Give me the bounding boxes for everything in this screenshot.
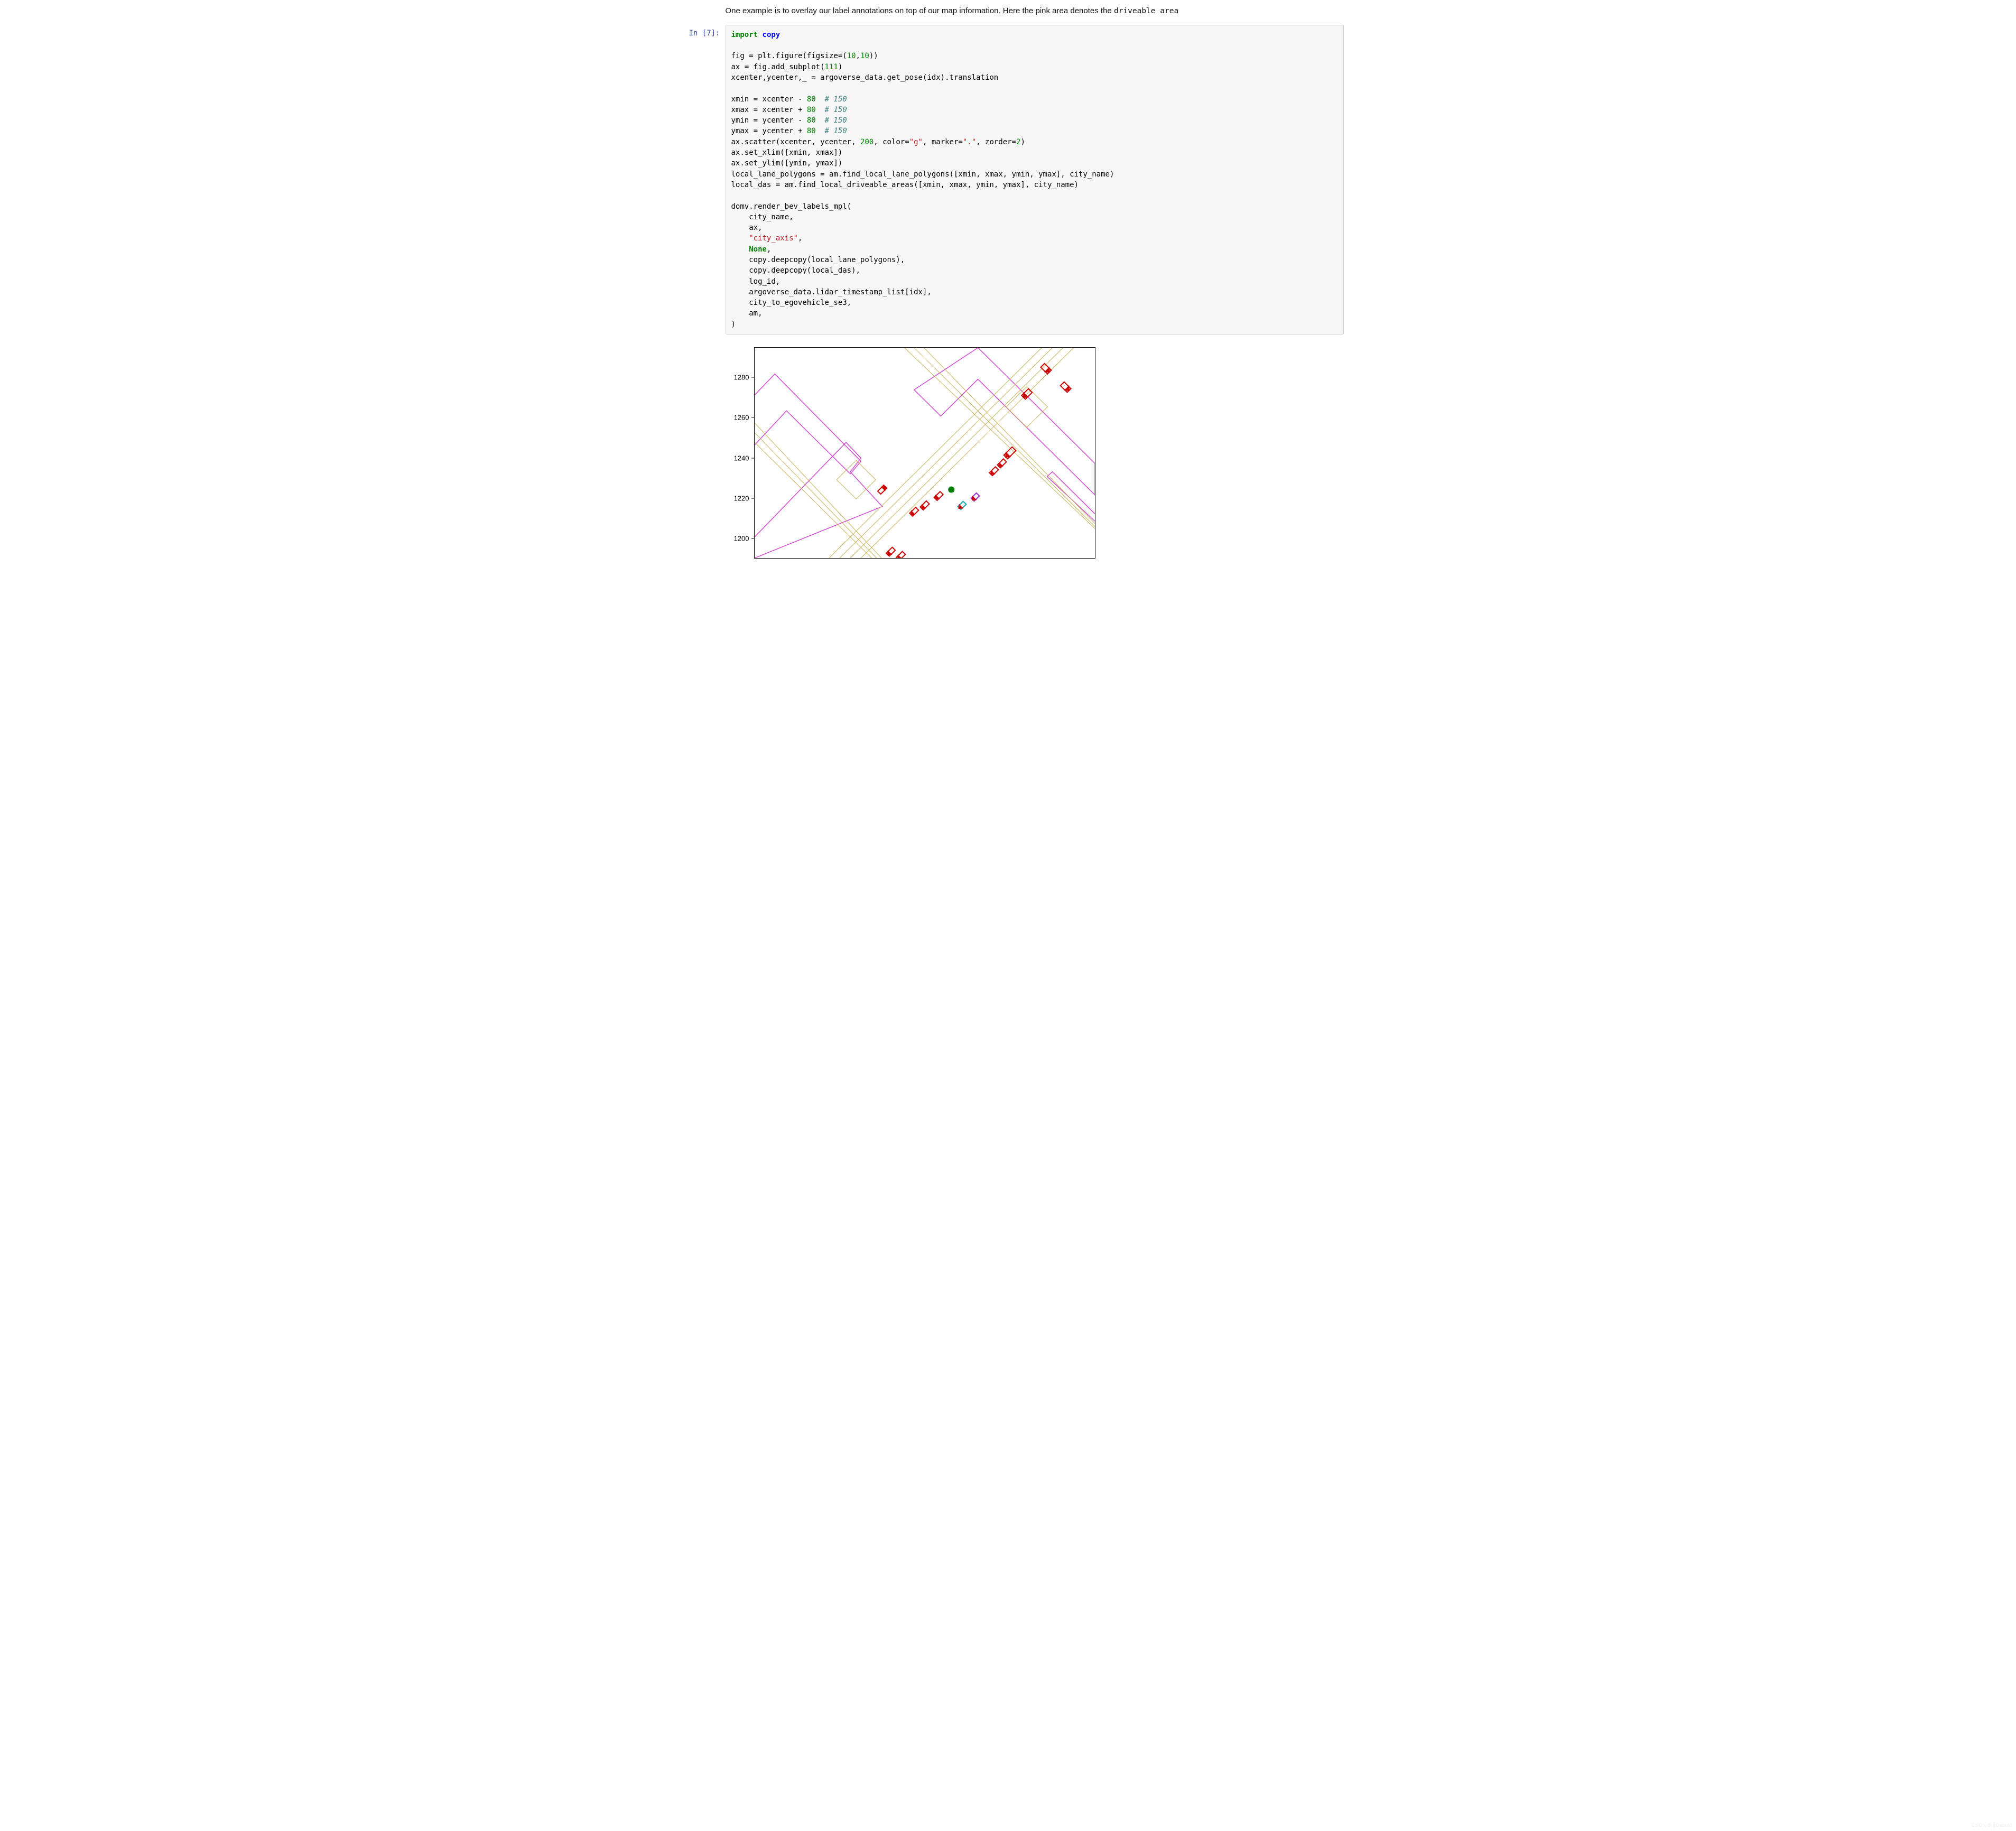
y-tick-label: 1200	[734, 534, 749, 542]
code-line: )	[731, 320, 736, 329]
code-line: "city_axis",	[731, 234, 803, 243]
output-cell: 1200 1220 1240 1260 1280	[673, 337, 1344, 587]
cell-prompt-empty	[673, 2, 726, 6]
cell-prompt: In [7]:	[673, 25, 726, 38]
code-line: xmin = xcenter - 80 # 150	[731, 95, 847, 104]
code-line: log_id,	[731, 277, 781, 286]
code-line: city_to_egovehicle_se3,	[731, 299, 852, 307]
code-line: ax.set_ylim([ymin, ymax])	[731, 159, 843, 168]
y-axis-ticks: 1200 1220 1240 1260 1280	[726, 347, 754, 559]
code-line: xmax = xcenter + 80 # 150	[731, 106, 847, 114]
markdown-inline-code: driveable area	[1114, 7, 1178, 15]
ego-center-dot	[948, 487, 954, 493]
y-tick-label: 1280	[734, 374, 749, 382]
plot-svg	[755, 348, 1095, 558]
code-line: am,	[731, 309, 763, 318]
code-line: ax.scatter(xcenter, ycenter, 200, color=…	[731, 138, 1025, 146]
code-line: copy.deepcopy(local_das),	[731, 266, 860, 275]
code-line: copy.deepcopy(local_lane_polygons),	[731, 256, 905, 264]
y-tick: 1260	[726, 414, 754, 422]
notebook-container: One example is to overlay our label anno…	[673, 0, 1344, 592]
watermark: CSDN·BigDataAI	[1972, 1823, 2012, 1828]
code-line: import copy	[731, 31, 781, 39]
cell-prompt-out	[673, 339, 726, 343]
code-line: local_lane_polygons = am.find_local_lane…	[731, 170, 1114, 179]
code-line: ymin = ycenter - 80 # 150	[731, 116, 847, 125]
output-area: 1200 1220 1240 1260 1280	[726, 339, 1344, 585]
code-line: city_name,	[731, 213, 794, 221]
code-line: xcenter,ycenter,_ = argoverse_data.get_p…	[731, 73, 999, 82]
code-line: ax.set_xlim([xmin, xmax])	[731, 148, 843, 157]
code-line: ax = fig.add_subplot(111)	[731, 63, 843, 71]
driveable-area-outline	[755, 348, 1095, 558]
code-line: ymax = ycenter + 80 # 150	[731, 127, 847, 135]
code-line: None,	[731, 245, 772, 254]
plot-axes-box	[754, 347, 1095, 559]
y-tick-label: 1260	[734, 414, 749, 422]
code-line: ax,	[731, 224, 763, 232]
code-cell: In [7]: import copy fig = plt.figure(fig…	[673, 23, 1344, 337]
y-tick: 1220	[726, 494, 754, 502]
code-input[interactable]: import copy fig = plt.figure(figsize=(10…	[726, 25, 1344, 334]
y-tick: 1200	[726, 534, 754, 542]
code-line: local_das = am.find_local_driveable_area…	[731, 181, 1079, 189]
y-tick-label: 1240	[734, 454, 749, 462]
code-line: argoverse_data.lidar_timestamp_list[idx]…	[731, 288, 932, 296]
code-line: fig = plt.figure(figsize=(10,10))	[731, 52, 878, 60]
y-tick: 1280	[726, 374, 754, 382]
object-labels	[877, 364, 1071, 558]
markdown-cell: One example is to overlay our label anno…	[673, 0, 1344, 23]
y-tick-label: 1220	[734, 494, 749, 502]
markdown-text: One example is to overlay our label anno…	[726, 2, 1344, 21]
y-tick: 1240	[726, 454, 754, 462]
plot-figure: 1200 1220 1240 1260 1280	[726, 342, 1101, 574]
code-line: domv.render_bev_labels_mpl(	[731, 202, 852, 211]
markdown-text-before: One example is to overlay our label anno…	[726, 6, 1114, 15]
lane-polygons	[755, 348, 1095, 558]
